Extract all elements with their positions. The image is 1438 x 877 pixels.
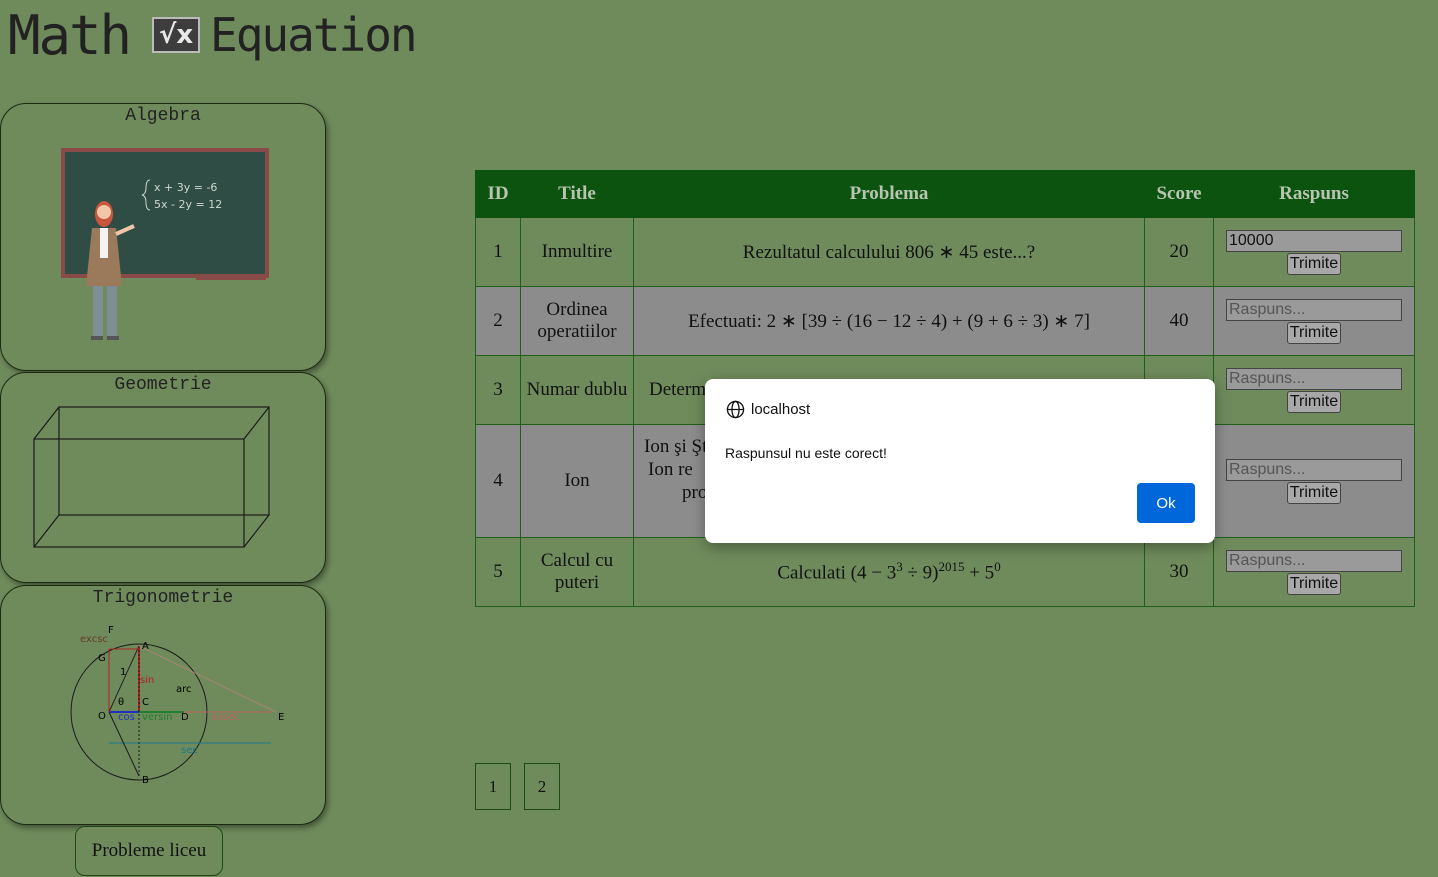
problem-exponent: 0: [994, 559, 1001, 575]
row-score: 30: [1144, 537, 1214, 607]
card-title-algebra: Algebra: [125, 106, 201, 126]
row-title: Numar dublu: [520, 355, 634, 425]
row-id: 3: [475, 355, 521, 425]
problem-text: ÷ 9): [902, 562, 939, 584]
col-header-score: Score: [1144, 170, 1214, 218]
trig-label-G: G: [98, 653, 106, 664]
trig-label-theta: θ: [118, 697, 124, 708]
trig-label-cos: cos: [118, 712, 135, 723]
answer-input[interactable]: [1226, 458, 1402, 481]
answer-input[interactable]: [1226, 367, 1402, 390]
row-problem: Efectuati: 2 ∗ [39 ÷ (16 − 12 ÷ 4) + (9 …: [633, 286, 1145, 356]
trig-label-sec: sec: [181, 745, 198, 756]
row-answer-cell: Trimite: [1213, 286, 1415, 356]
row-answer-cell: Trimite: [1213, 424, 1415, 538]
row-title: Inmultire: [520, 217, 634, 287]
card-title-trigonometrie: Trigonometrie: [92, 588, 234, 608]
col-header-problema: Problema: [633, 170, 1145, 218]
trig-label-exsec: exsec: [211, 712, 240, 723]
trig-label-B: B: [142, 775, 149, 786]
trig-label-D: D: [181, 712, 189, 723]
problem-exponent: 2015: [938, 559, 965, 575]
row-answer-cell: Trimite: [1213, 217, 1415, 287]
col-header-raspuns: Raspuns: [1213, 170, 1415, 218]
submit-button[interactable]: Trimite: [1286, 572, 1342, 595]
row-id: 1: [475, 217, 521, 287]
col-header-title: Title: [520, 170, 634, 218]
dialog-origin-text: localhost: [751, 401, 811, 418]
problem-text: + 5: [964, 562, 995, 584]
logo-word-equation: Equation: [210, 8, 418, 62]
trig-label-excsc: excsc: [80, 634, 108, 645]
cuboid-illustration: [33, 406, 270, 548]
probleme-liceu-button[interactable]: Probleme liceu: [75, 826, 223, 876]
row-score: 40: [1144, 286, 1214, 356]
trig-label-arc: arc: [176, 684, 192, 695]
unit-circle-illustration: F A G O C D E B 1 sin cos arc versin exs…: [70, 625, 284, 786]
alert-dialog: localhost Raspunsul nu este corect! Ok: [705, 379, 1215, 543]
row-title: Calcul cu puteri: [520, 537, 634, 607]
category-card-trigonometrie[interactable]: Trigonometrie F A G O C D E B 1 sin cos …: [0, 585, 326, 825]
trig-label-one: 1: [120, 667, 126, 678]
problem-text: Calculati (4 − 3: [777, 562, 897, 584]
row-id: 5: [475, 537, 521, 607]
table-row: 5 Calcul cu puteri Calculati (4 − 33 ÷ 9…: [475, 537, 1415, 607]
submit-button[interactable]: Trimite: [1286, 321, 1342, 344]
ok-button[interactable]: Ok: [1137, 483, 1195, 523]
row-problem: Calculati (4 − 33 ÷ 9)2015 + 50: [633, 537, 1145, 607]
row-title: Ordinea operatiilor: [520, 286, 634, 356]
trig-label-E: E: [278, 712, 284, 723]
logo-word-math: Math: [8, 3, 132, 67]
trig-label-versin: versin: [142, 712, 173, 723]
answer-input[interactable]: [1226, 549, 1402, 572]
row-score: 20: [1144, 217, 1214, 287]
row-id: 4: [475, 424, 521, 538]
row-title: Ion: [520, 424, 634, 538]
site-logo: Math √x Equation: [8, 0, 418, 70]
submit-button[interactable]: Trimite: [1286, 252, 1342, 275]
board-equation-1: x + 3y = -6: [154, 181, 217, 194]
submit-button[interactable]: Trimite: [1286, 390, 1342, 413]
teacher-blackboard-illustration: x + 3y = -6 5x - 2y = 12: [61, 148, 269, 340]
trig-label-C: C: [142, 697, 149, 708]
submit-button[interactable]: Trimite: [1286, 481, 1342, 504]
answer-input[interactable]: [1226, 229, 1402, 252]
row-problem: Rezultatul calculului 806 ∗ 45 este...?: [633, 217, 1145, 287]
trig-label-O: O: [98, 711, 106, 722]
board-equation-2: 5x - 2y = 12: [154, 198, 222, 211]
answer-input[interactable]: [1226, 298, 1402, 321]
table-header-row: ID Title Problema Score Raspuns: [475, 170, 1415, 218]
trig-label-F: F: [108, 625, 114, 636]
row-answer-cell: Trimite: [1213, 537, 1415, 607]
page-button-2[interactable]: 2: [524, 763, 560, 810]
row-id: 2: [475, 286, 521, 356]
trig-label-A: A: [142, 641, 149, 652]
row-answer-cell: Trimite: [1213, 355, 1415, 425]
dialog-origin: localhost: [726, 400, 810, 419]
sqrt-icon: √x: [152, 17, 201, 53]
dialog-message: Raspunsul nu este corect!: [725, 445, 887, 461]
col-header-id: ID: [475, 170, 521, 218]
table-row: 1 Inmultire Rezultatul calculului 806 ∗ …: [475, 217, 1415, 287]
category-card-geometrie[interactable]: Geometrie: [0, 372, 326, 583]
table-row: 2 Ordinea operatiilor Efectuati: 2 ∗ [39…: [475, 286, 1415, 356]
card-title-geometrie: Geometrie: [114, 375, 212, 395]
category-card-algebra[interactable]: Algebra x + 3y = -6 5x - 2y = 12: [0, 103, 326, 371]
trig-label-sin: sin: [140, 675, 154, 686]
globe-icon: [726, 400, 745, 419]
page-button-1[interactable]: 1: [475, 763, 511, 810]
